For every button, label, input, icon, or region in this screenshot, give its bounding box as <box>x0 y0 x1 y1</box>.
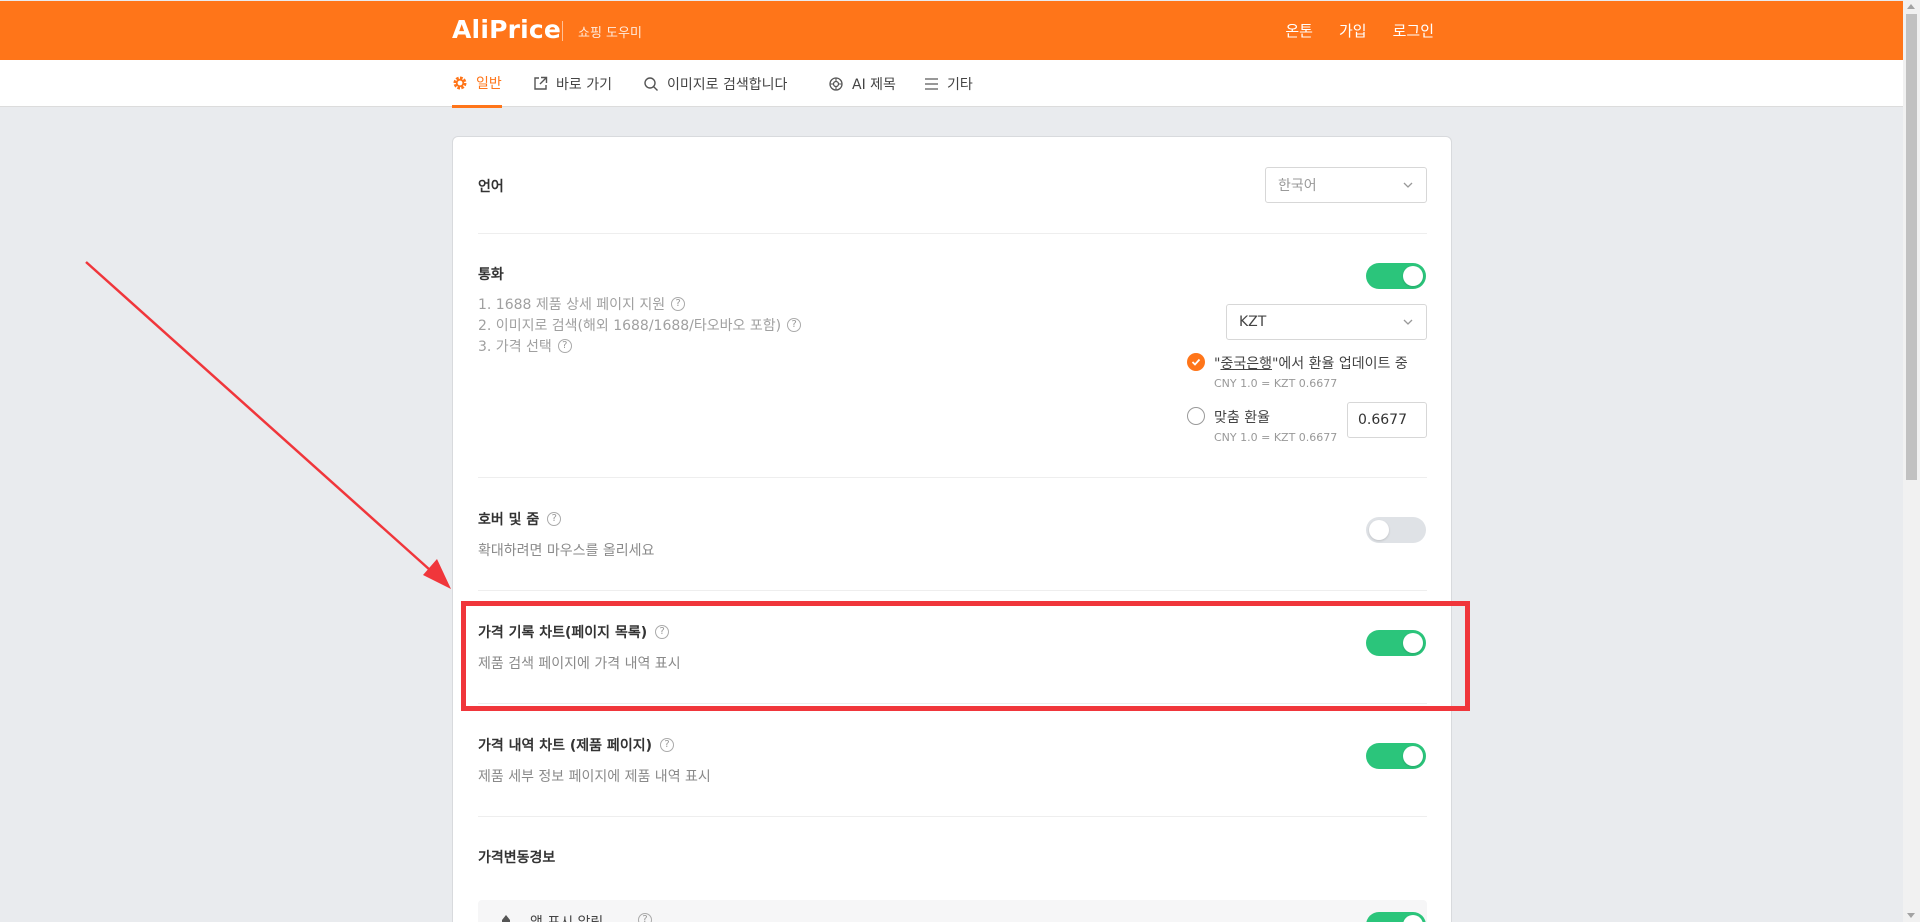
header-link-1[interactable]: 온톤 <box>1285 20 1313 41</box>
currency-feature-1: 1. 1688 제품 상세 페이지 지원 ? <box>478 294 686 314</box>
custom-rate-label: 맞춤 환율 <box>1214 410 1270 426</box>
currency-feature-1-text: 1. 1688 제품 상세 페이지 지원 <box>478 297 666 313</box>
price-chart-product-title: 가격 내역 차트 (제품 페이지) ? <box>478 735 674 755</box>
ai-icon <box>829 76 843 91</box>
tab-shortcuts-label: 바로 가기 <box>556 76 612 93</box>
help-icon[interactable]: ? <box>557 339 572 353</box>
chevron-down-icon <box>1403 319 1413 325</box>
logo-divider <box>562 21 563 41</box>
custom-rate-input-value: 0.6677 <box>1358 412 1407 428</box>
tab-general-label: 일반 <box>476 75 502 92</box>
help-icon[interactable]: ? <box>638 913 652 922</box>
search-icon <box>644 76 658 91</box>
custom-rate-input[interactable]: 0.6677 <box>1347 402 1427 438</box>
scroll-thumb[interactable] <box>1906 14 1917 480</box>
menu-icon <box>925 77 938 90</box>
scroll-up-arrow[interactable] <box>1907 4 1915 9</box>
currency-feature-3-text: 3. 가격 선택 <box>478 339 552 355</box>
tab-image-search-label: 이미지로 검색합니다 <box>667 76 788 93</box>
hover-zoom-title: 호버 및 줌 ? <box>478 509 562 529</box>
currency-feature-2-text: 2. 이미지로 검색(해외 1688/1688/타오바오 포함) <box>478 318 782 334</box>
price-alert-item: 앱 표시 알림 ? <box>478 900 1427 922</box>
price-chart-product-toggle[interactable] <box>1366 743 1426 769</box>
divider <box>478 590 1427 591</box>
language-title: 언어 <box>478 176 504 196</box>
price-alert-title-text: 가격변동경보 <box>478 850 556 866</box>
gear-icon <box>453 76 467 89</box>
price-alert-toggle[interactable] <box>1366 912 1426 922</box>
tab-shortcuts[interactable]: 바로 가기 <box>533 60 612 107</box>
help-icon[interactable]: ? <box>547 512 562 526</box>
tab-other[interactable]: 기타 <box>924 60 973 107</box>
currency-select-value: KZT <box>1239 314 1267 330</box>
tab-image-search[interactable]: 이미지로 검색합니다 <box>643 60 787 107</box>
divider <box>478 816 1427 817</box>
divider <box>478 477 1427 478</box>
signup-link[interactable]: 가입 <box>1339 20 1367 41</box>
bank-rate-suffix: "에서 환율 업데이트 중 <box>1271 356 1408 372</box>
tagline: 쇼핑 도우미 <box>578 26 642 41</box>
toggle-knob <box>1369 520 1389 540</box>
tab-general[interactable]: 일반 <box>452 60 502 108</box>
custom-rate-radio[interactable] <box>1187 407 1205 425</box>
bank-rate-radio[interactable] <box>1187 353 1205 371</box>
tab-ai-title[interactable]: AI 제목 <box>828 60 896 107</box>
currency-feature-2: 2. 이미지로 검색(해외 1688/1688/타오바오 포함) ? <box>478 315 802 335</box>
check-icon <box>1191 358 1201 366</box>
toggle-knob <box>1403 746 1423 766</box>
hover-zoom-toggle[interactable] <box>1366 517 1426 543</box>
login-link[interactable]: 로그인 <box>1393 20 1434 41</box>
tab-ai-title-label: AI 제목 <box>852 76 896 93</box>
custom-rate-value: CNY 1.0 = KZT 0.6677 <box>1214 431 1338 444</box>
language-select-value: 한국어 <box>1278 178 1317 194</box>
bank-rate-label: "중국은행"에서 환율 업데이트 중 <box>1214 353 1408 373</box>
help-icon[interactable]: ? <box>659 738 674 752</box>
currency-select[interactable]: KZT <box>1226 304 1427 340</box>
hover-zoom-title-text: 호버 및 줌 <box>478 512 540 528</box>
settings-card: 언어 한국어 통화 1. 1688 제품 상세 페이지 지원 ? 2. 이미지로… <box>452 136 1452 922</box>
external-link-icon <box>534 76 548 90</box>
toggle-knob <box>1403 915 1423 922</box>
price-alert-title: 가격변동경보 <box>478 847 555 867</box>
currency-title-text: 통화 <box>478 267 504 283</box>
help-icon[interactable]: ? <box>671 297 686 311</box>
hover-zoom-desc: 확대하려면 마우스를 올리세요 <box>478 543 655 559</box>
aliprice-logo[interactable]: AliPrice <box>452 15 561 44</box>
language-title-text: 언어 <box>478 179 504 195</box>
tab-other-label: 기타 <box>947 76 973 93</box>
currency-toggle[interactable] <box>1366 263 1426 289</box>
bank-rate-value: CNY 1.0 = KZT 0.6677 <box>1214 377 1338 390</box>
page-scrollbar[interactable] <box>1903 0 1920 922</box>
chevron-down-icon <box>1403 182 1413 188</box>
highlight-box <box>461 601 1470 711</box>
top-header: AliPrice 쇼핑 도우미 온톤 가입 로그인 <box>0 1 1903 60</box>
currency-title: 통화 <box>478 264 504 284</box>
price-chart-product-title-text: 가격 내역 차트 (제품 페이지) <box>478 738 652 754</box>
bank-link[interactable]: 중국은행 <box>1220 356 1272 372</box>
help-icon[interactable]: ? <box>787 318 802 332</box>
bell-icon <box>502 915 510 922</box>
scroll-down-arrow[interactable] <box>1907 913 1915 918</box>
currency-feature-3: 3. 가격 선택 ? <box>478 336 572 356</box>
header-links: 온톤 가입 로그인 <box>1285 20 1434 41</box>
settings-tabs: 일반 바로 가기 이미지로 검색합니다 AI 제목 기타 <box>0 60 1903 108</box>
price-alert-item-label: 앱 표시 알림 <box>530 912 603 922</box>
language-select[interactable]: 한국어 <box>1265 167 1427 203</box>
divider <box>478 233 1427 234</box>
price-chart-product-desc: 제품 세부 정보 페이지에 제품 내역 표시 <box>478 769 711 785</box>
toggle-knob <box>1403 266 1423 286</box>
